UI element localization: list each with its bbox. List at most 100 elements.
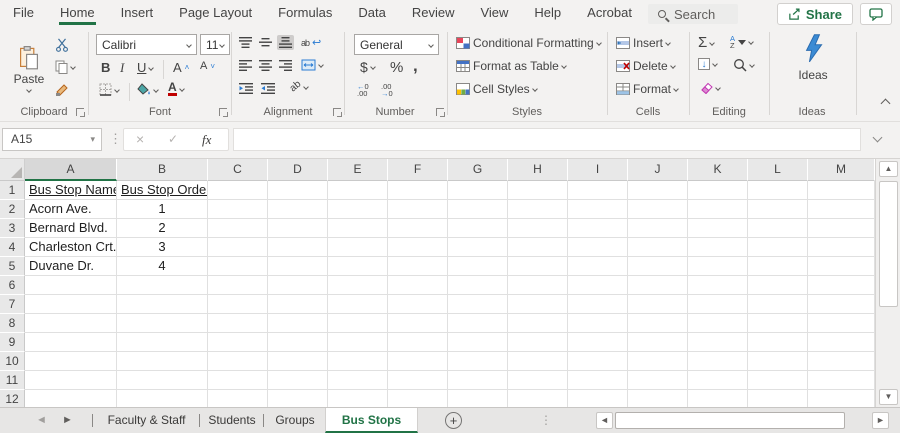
cell-D1[interactable] xyxy=(268,181,328,200)
row-header-11[interactable]: 11 xyxy=(0,371,25,390)
align-bottom-button[interactable] xyxy=(277,35,294,50)
name-box[interactable]: A15 ▾ xyxy=(2,128,102,151)
cell-E12[interactable] xyxy=(328,390,388,407)
cell-E11[interactable] xyxy=(328,371,388,390)
sort-filter-dropdown-icon[interactable] xyxy=(748,39,754,45)
cell-K6[interactable] xyxy=(688,276,748,295)
cell-H6[interactable] xyxy=(508,276,568,295)
font-color-button[interactable]: A xyxy=(168,82,184,96)
cell-H7[interactable] xyxy=(508,295,568,314)
cell-D11[interactable] xyxy=(268,371,328,390)
row-header-10[interactable]: 10 xyxy=(0,352,25,371)
cell-L12[interactable] xyxy=(748,390,808,407)
align-center-button[interactable] xyxy=(259,60,272,71)
cell-C7[interactable] xyxy=(208,295,268,314)
row-header-3[interactable]: 3 xyxy=(0,219,25,238)
cell-B4[interactable]: 3 xyxy=(117,238,208,257)
cell-I2[interactable] xyxy=(568,200,628,219)
cell-C5[interactable] xyxy=(208,257,268,276)
cell-E3[interactable] xyxy=(328,219,388,238)
collapse-ribbon-icon[interactable] xyxy=(881,99,891,109)
menu-tab-home[interactable]: Home xyxy=(47,0,108,26)
cell-C10[interactable] xyxy=(208,352,268,371)
cell-G7[interactable] xyxy=(448,295,508,314)
clipboard-dialog-launcher[interactable] xyxy=(76,108,84,116)
cell-J9[interactable] xyxy=(628,333,688,352)
cell-I11[interactable] xyxy=(568,371,628,390)
column-header-B[interactable]: B xyxy=(117,159,208,181)
cancel-button[interactable]: × xyxy=(136,129,144,150)
cell-A7[interactable] xyxy=(25,295,117,314)
wrap-text-button[interactable]: ab↩ xyxy=(301,36,321,49)
cell-F12[interactable] xyxy=(388,390,448,407)
cell-E1[interactable] xyxy=(328,181,388,200)
cell-C6[interactable] xyxy=(208,276,268,295)
cell-C8[interactable] xyxy=(208,314,268,333)
cell-A2[interactable]: Acorn Ave. xyxy=(25,200,117,219)
cell-K8[interactable] xyxy=(688,314,748,333)
sheet-tab-groups[interactable]: Groups xyxy=(266,408,324,433)
cell-F2[interactable] xyxy=(388,200,448,219)
vertical-scrollbar-thumb[interactable] xyxy=(879,181,898,307)
row-header-9[interactable]: 9 xyxy=(0,333,25,352)
cell-B11[interactable] xyxy=(117,371,208,390)
cell-M8[interactable] xyxy=(808,314,875,333)
menu-tab-file[interactable]: File xyxy=(0,0,47,26)
vertical-scrollbar[interactable]: ▲ ▼ xyxy=(875,159,900,407)
cell-F11[interactable] xyxy=(388,371,448,390)
column-header-G[interactable]: G xyxy=(448,159,508,181)
cell-H11[interactable] xyxy=(508,371,568,390)
menu-tab-view[interactable]: View xyxy=(467,0,521,26)
row-header-1[interactable]: 1 xyxy=(0,181,25,200)
cell-E4[interactable] xyxy=(328,238,388,257)
cell-A10[interactable] xyxy=(25,352,117,371)
column-header-I[interactable]: I xyxy=(568,159,628,181)
decrease-font-size-button[interactable]: A˅ xyxy=(200,60,215,72)
cell-B1[interactable]: Bus Stop Order xyxy=(117,181,208,200)
cell-D10[interactable] xyxy=(268,352,328,371)
cell-C4[interactable] xyxy=(208,238,268,257)
cell-I9[interactable] xyxy=(568,333,628,352)
cell-E9[interactable] xyxy=(328,333,388,352)
insert-cells-button[interactable]: Insert xyxy=(616,36,670,50)
number-format-combo[interactable]: General xyxy=(354,34,439,55)
prev-sheet-icon[interactable]: ◄ xyxy=(36,414,47,426)
cell-styles-button[interactable]: Cell Styles xyxy=(456,82,537,96)
fill-color-button[interactable] xyxy=(137,83,158,96)
cell-M2[interactable] xyxy=(808,200,875,219)
find-dropdown-icon[interactable] xyxy=(749,62,755,68)
cell-A3[interactable]: Bernard Blvd. xyxy=(25,219,117,238)
cell-H1[interactable] xyxy=(508,181,568,200)
search-input[interactable]: Search xyxy=(648,4,738,24)
cell-B12[interactable] xyxy=(117,390,208,407)
paste-button[interactable]: Paste xyxy=(8,33,50,105)
cell-H3[interactable] xyxy=(508,219,568,238)
column-header-E[interactable]: E xyxy=(328,159,388,181)
increase-font-size-button[interactable]: A˄ xyxy=(173,60,189,75)
cell-I4[interactable] xyxy=(568,238,628,257)
copy-dropdown-icon[interactable] xyxy=(70,64,76,70)
cell-M11[interactable] xyxy=(808,371,875,390)
autosum-dropdown-icon[interactable] xyxy=(709,40,715,46)
format-dropdown-icon[interactable] xyxy=(673,86,679,92)
column-header-J[interactable]: J xyxy=(628,159,688,181)
conditional-formatting-dropdown-icon[interactable] xyxy=(596,40,602,46)
cell-E7[interactable] xyxy=(328,295,388,314)
clear-dropdown-icon[interactable] xyxy=(715,85,721,91)
cell-D5[interactable] xyxy=(268,257,328,276)
scroll-down-button[interactable]: ▼ xyxy=(879,389,898,405)
fill-button[interactable]: ↓ xyxy=(698,58,717,70)
cell-D12[interactable] xyxy=(268,390,328,407)
cell-M10[interactable] xyxy=(808,352,875,371)
underline-button[interactable]: U xyxy=(137,60,153,75)
cell-F1[interactable] xyxy=(388,181,448,200)
cell-H10[interactable] xyxy=(508,352,568,371)
cell-J12[interactable] xyxy=(628,390,688,407)
borders-button[interactable] xyxy=(99,83,119,96)
cell-J11[interactable] xyxy=(628,371,688,390)
cell-I3[interactable] xyxy=(568,219,628,238)
row-header-12[interactable]: 12 xyxy=(0,390,25,407)
cell-J7[interactable] xyxy=(628,295,688,314)
cell-G6[interactable] xyxy=(448,276,508,295)
cell-H4[interactable] xyxy=(508,238,568,257)
